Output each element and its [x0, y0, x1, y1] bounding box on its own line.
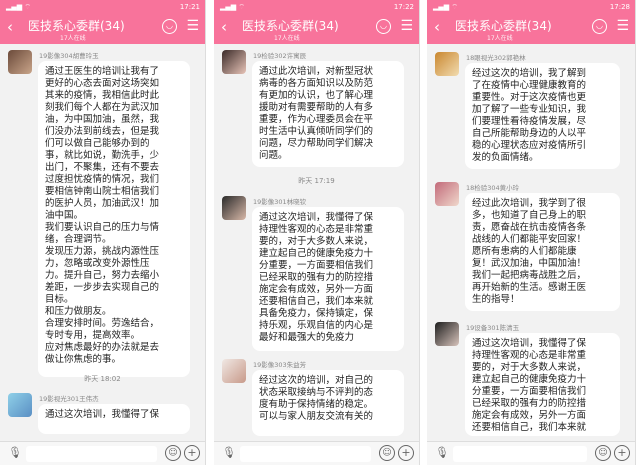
- online-count: 17人在线: [487, 35, 513, 42]
- sender-name: 19设备301陈清玉: [466, 324, 520, 332]
- back-icon[interactable]: ‹: [7, 18, 13, 36]
- group-call-icon[interactable]: ◡: [162, 19, 177, 34]
- microphone-icon[interactable]: 🎙: [222, 446, 236, 459]
- avatar[interactable]: [435, 322, 459, 346]
- chat-screen-1: ▂▄▆ ⌔ 17:21 ‹ 医技系心委群(34) 17人在线 ◡ ☰ 19影像3…: [0, 0, 206, 465]
- group-call-icon[interactable]: ◡: [592, 19, 607, 34]
- status-bar: ▂▄▆ ⌔ 17:28: [427, 0, 635, 14]
- clock: 17:21: [179, 3, 200, 11]
- menu-icon[interactable]: ☰: [616, 18, 629, 34]
- input-bar: 🎙 ☺ +: [0, 441, 205, 465]
- message-bubble[interactable]: 通过这次培训，我懂得了保 持理性客观的心态是非常重 要的，对于大多数人来说， 建…: [252, 207, 404, 351]
- sender-name: 19影视光301王伟杰: [39, 395, 99, 403]
- avatar[interactable]: [435, 182, 459, 206]
- emoji-icon[interactable]: ☺: [595, 445, 611, 461]
- clock: 17:28: [609, 3, 630, 11]
- message-bubble[interactable]: 通过王医生的培训让我有了 更好的心态去面对这场突如 其来的疫情，我相信此时此 刻…: [38, 61, 190, 377]
- avatar[interactable]: [435, 52, 459, 76]
- message: 19检验302许寓辰 通过此次培训，对新型冠状 病毒的各方面知识以及防范 有更加…: [222, 50, 415, 170]
- group-call-icon[interactable]: ◡: [376, 19, 391, 34]
- microphone-icon[interactable]: 🎙: [435, 446, 449, 459]
- online-count: 17人在线: [274, 35, 300, 42]
- chat-header: ‹ 医技系心委群(34) 17人在线 ◡ ☰: [214, 14, 419, 44]
- group-title: 医技系心委群(34): [28, 19, 125, 33]
- time-separator: 昨天 17:19: [298, 177, 335, 185]
- message: 19影像301林晓钦 通过这次培训，我懂得了保 持理性客观的心态是非常重 要的，…: [222, 196, 415, 354]
- message: 19影像303朱益芳 经过这次的培训，对自己的 状态采取接纳与不评判的态 度有助…: [222, 359, 415, 439]
- microphone-icon[interactable]: 🎙: [8, 446, 22, 459]
- sender-name: 19影像301林晓钦: [253, 198, 307, 206]
- avatar[interactable]: [222, 50, 246, 74]
- avatar[interactable]: [222, 359, 246, 383]
- message-bubble[interactable]: 通过这次培训，我懂得了保: [38, 404, 190, 434]
- online-count: 17人在线: [60, 35, 86, 42]
- signal-icon: ▂▄▆ ⌔: [6, 3, 31, 11]
- time-separator: 昨天 18:02: [84, 375, 121, 383]
- signal-icon: ▂▄▆ ⌔: [220, 3, 245, 11]
- plus-icon[interactable]: +: [184, 445, 200, 461]
- sender-name: 18眼视光302郭艳林: [466, 54, 526, 62]
- signal-icon: ▂▄▆ ⌔: [433, 3, 458, 11]
- input-bar: 🎙 ☺ +: [427, 441, 635, 465]
- menu-icon[interactable]: ☰: [400, 18, 413, 34]
- message: 19影像304胡曹玲玉 通过王医生的培训让我有了 更好的心态去面对这场突如 其来…: [8, 50, 201, 380]
- chat-screen-2: ▂▄▆ ⌔ 17:22 ‹ 医技系心委群(34) 17人在线 ◡ ☰ 19检验3…: [214, 0, 420, 465]
- message-bubble[interactable]: 经过这次的培训，对自己的 状态采取接纳与不评判的态 度有助于保持情绪的稳定。 可…: [252, 370, 404, 436]
- sender-name: 19检验302许寓辰: [253, 52, 307, 60]
- message: 18眼视光302郭艳林 经过这次的培训，我了解到 了在疫情中心理健康教育的 重要…: [435, 52, 631, 172]
- chat-header: ‹ 医技系心委群(34) 17人在线 ◡ ☰: [0, 14, 205, 44]
- clock: 17:22: [393, 3, 414, 11]
- sender-name: 19影像303朱益芳: [253, 361, 307, 369]
- message-input[interactable]: [240, 446, 371, 462]
- chat-header: ‹ 医技系心委群(34) 17人在线 ◡ ☰: [427, 14, 635, 44]
- sender-name: 19影像304胡曹玲玉: [39, 52, 99, 60]
- message: 19影视光301王伟杰 通过这次培训，我懂得了保: [8, 393, 201, 438]
- status-bar: ▂▄▆ ⌔ 17:21: [0, 0, 205, 14]
- message-input[interactable]: [26, 446, 157, 462]
- message-input[interactable]: [453, 446, 587, 462]
- chat-screen-3: ▂▄▆ ⌔ 17:28 ‹ 医技系心委群(34) 17人在线 ◡ ☰ 18眼视光…: [427, 0, 636, 465]
- avatar[interactable]: [222, 196, 246, 220]
- plus-icon[interactable]: +: [398, 445, 414, 461]
- menu-icon[interactable]: ☰: [186, 18, 199, 34]
- message: 18检验304黄小玲 经过此次培训，我学到了很 多，也知道了自己身上的职 责，愿…: [435, 182, 631, 312]
- input-bar: 🎙 ☺ +: [214, 441, 419, 465]
- group-title: 医技系心委群(34): [242, 19, 339, 33]
- emoji-icon[interactable]: ☺: [165, 445, 181, 461]
- back-icon[interactable]: ‹: [434, 18, 440, 36]
- emoji-icon[interactable]: ☺: [379, 445, 395, 461]
- avatar[interactable]: [8, 50, 32, 74]
- message-bubble[interactable]: 通过这次培训，我懂得了保 持理性客观的心态是非常重 要的，对于大多数人来说， 建…: [465, 333, 620, 436]
- message-bubble[interactable]: 经过此次培训，我学到了很 多，也知道了自己身上的职 责，愿奋战在抗击疫情各条 战…: [465, 193, 620, 311]
- status-bar: ▂▄▆ ⌔ 17:22: [214, 0, 419, 14]
- message-bubble[interactable]: 经过这次的培训，我了解到 了在疫情中心理健康教育的 重要性。对于这次疫情也更 加…: [465, 63, 620, 169]
- message-bubble[interactable]: 通过此次培训，对新型冠状 病毒的各方面知识以及防范 有更加的认识，也了解心理 援…: [252, 61, 404, 167]
- group-title: 医技系心委群(34): [455, 19, 552, 33]
- avatar[interactable]: [8, 393, 32, 417]
- sender-name: 18检验304黄小玲: [466, 184, 520, 192]
- plus-icon[interactable]: +: [614, 445, 630, 461]
- back-icon[interactable]: ‹: [221, 18, 227, 36]
- message: 19设备301陈清玉 通过这次培训，我懂得了保 持理性客观的心态是非常重 要的，…: [435, 322, 631, 439]
